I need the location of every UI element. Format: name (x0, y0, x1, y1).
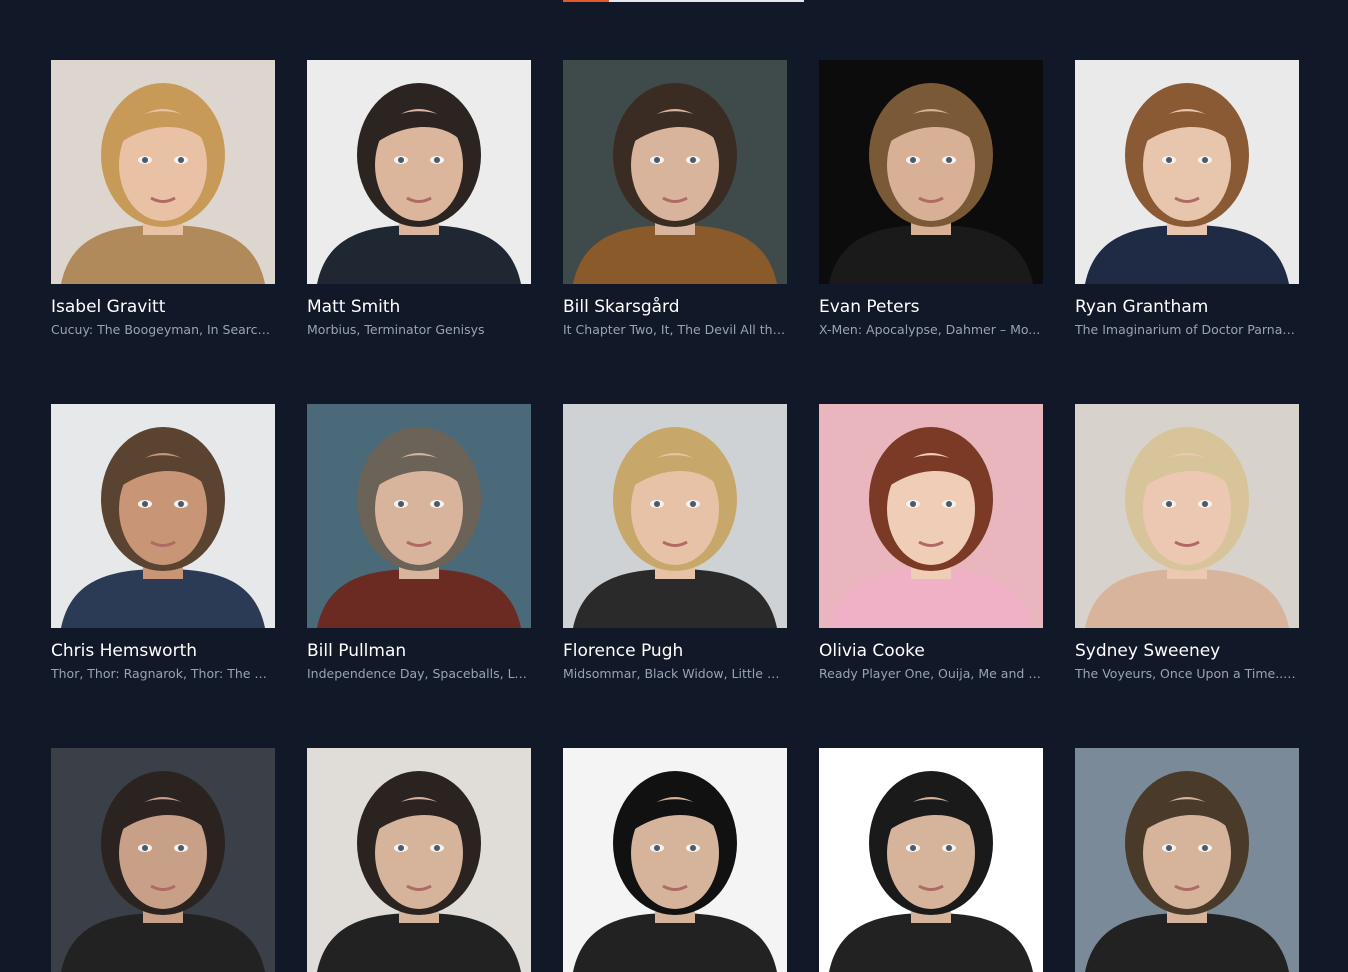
cast-photo[interactable] (51, 748, 275, 972)
cast-card[interactable] (563, 748, 787, 972)
cast-name[interactable]: Isabel Gravitt (51, 296, 275, 318)
cast-photo[interactable] (51, 404, 275, 628)
portrait-image (1075, 748, 1299, 972)
cast-name[interactable]: Sydney Sweeney (1075, 640, 1299, 662)
portrait-image (563, 404, 787, 628)
portrait-image (819, 404, 1043, 628)
portrait-image (51, 748, 275, 972)
cast-credits: Morbius, Terminator Genisys (307, 322, 485, 337)
cast-name[interactable]: Matt Smith (307, 296, 531, 318)
cast-photo[interactable] (307, 404, 531, 628)
cast-credits: Independence Day, Spaceballs, Lo... (307, 666, 531, 681)
cast-card[interactable] (307, 748, 531, 972)
cast-name[interactable]: Ryan Grantham (1075, 296, 1299, 318)
cast-card[interactable]: Matt Smith Morbius, Terminator Genisys (307, 60, 531, 339)
portrait-image (1075, 404, 1299, 628)
cast-photo[interactable] (563, 60, 787, 284)
cast-card[interactable]: Bill Skarsgård It Chapter Two, It, The De… (563, 60, 787, 339)
cast-photo[interactable] (819, 60, 1043, 284)
cast-name[interactable]: Evan Peters (819, 296, 1043, 318)
cast-card[interactable]: Ryan Grantham The Imaginarium of Doctor P… (1075, 60, 1299, 339)
cast-credits: Thor, Thor: Ragnarok, Thor: The D... (51, 666, 275, 681)
cast-name[interactable]: Chris Hemsworth (51, 640, 275, 662)
cast-photo[interactable] (307, 60, 531, 284)
cast-photo[interactable] (819, 404, 1043, 628)
cast-name[interactable]: Olivia Cooke (819, 640, 1043, 662)
cast-credits: Midsommar, Black Widow, Little W... (563, 666, 787, 681)
cast-card[interactable]: Evan Peters X-Men: Apocalypse, Dahmer – M… (819, 60, 1043, 339)
cast-credits: X-Men: Apocalypse, Dahmer – Mo... (819, 322, 1041, 337)
portrait-image (51, 404, 275, 628)
section-tab-bar[interactable] (563, 0, 804, 2)
section-tab-active-indicator (563, 0, 609, 2)
cast-card[interactable]: Olivia Cooke Ready Player One, Ouija, Me … (819, 404, 1043, 683)
cast-photo[interactable] (563, 748, 787, 972)
cast-photo[interactable] (1075, 60, 1299, 284)
cast-credits: It Chapter Two, It, The Devil All the... (563, 322, 787, 337)
cast-card[interactable]: Bill Pullman Independence Day, Spaceballs… (307, 404, 531, 683)
cast-card[interactable] (51, 748, 275, 972)
cast-card[interactable]: Chris Hemsworth Thor, Thor: Ragnarok, Tho… (51, 404, 275, 683)
cast-credits: Ready Player One, Ouija, Me and E... (819, 666, 1043, 681)
portrait-image (307, 60, 531, 284)
cast-photo[interactable] (819, 748, 1043, 972)
cast-card[interactable] (1075, 748, 1299, 972)
cast-photo[interactable] (307, 748, 531, 972)
cast-credits: The Voyeurs, Once Upon a Time... ... (1075, 666, 1299, 681)
portrait-image (51, 60, 275, 284)
portrait-image (563, 748, 787, 972)
portrait-image (819, 748, 1043, 972)
portrait-image (1075, 60, 1299, 284)
portrait-image (307, 748, 531, 972)
cast-card[interactable] (819, 748, 1043, 972)
cast-name[interactable]: Bill Skarsgård (563, 296, 787, 318)
cast-card[interactable]: Sydney Sweeney The Voyeurs, Once Upon a T… (1075, 404, 1299, 683)
cast-name[interactable]: Florence Pugh (563, 640, 787, 662)
cast-card[interactable]: Isabel Gravitt Cucuy: The Boogeyman, In S… (51, 60, 275, 339)
cast-photo[interactable] (51, 60, 275, 284)
portrait-image (307, 404, 531, 628)
cast-credits: The Imaginarium of Doctor Parnas... (1075, 322, 1299, 337)
cast-photo[interactable] (1075, 404, 1299, 628)
portrait-image (563, 60, 787, 284)
cast-name[interactable]: Bill Pullman (307, 640, 531, 662)
cast-photo[interactable] (1075, 748, 1299, 972)
cast-credits: Cucuy: The Boogeyman, In Search ... (51, 322, 275, 337)
cast-photo[interactable] (563, 404, 787, 628)
cast-card[interactable]: Florence Pugh Midsommar, Black Widow, Lit… (563, 404, 787, 683)
portrait-image (819, 60, 1043, 284)
